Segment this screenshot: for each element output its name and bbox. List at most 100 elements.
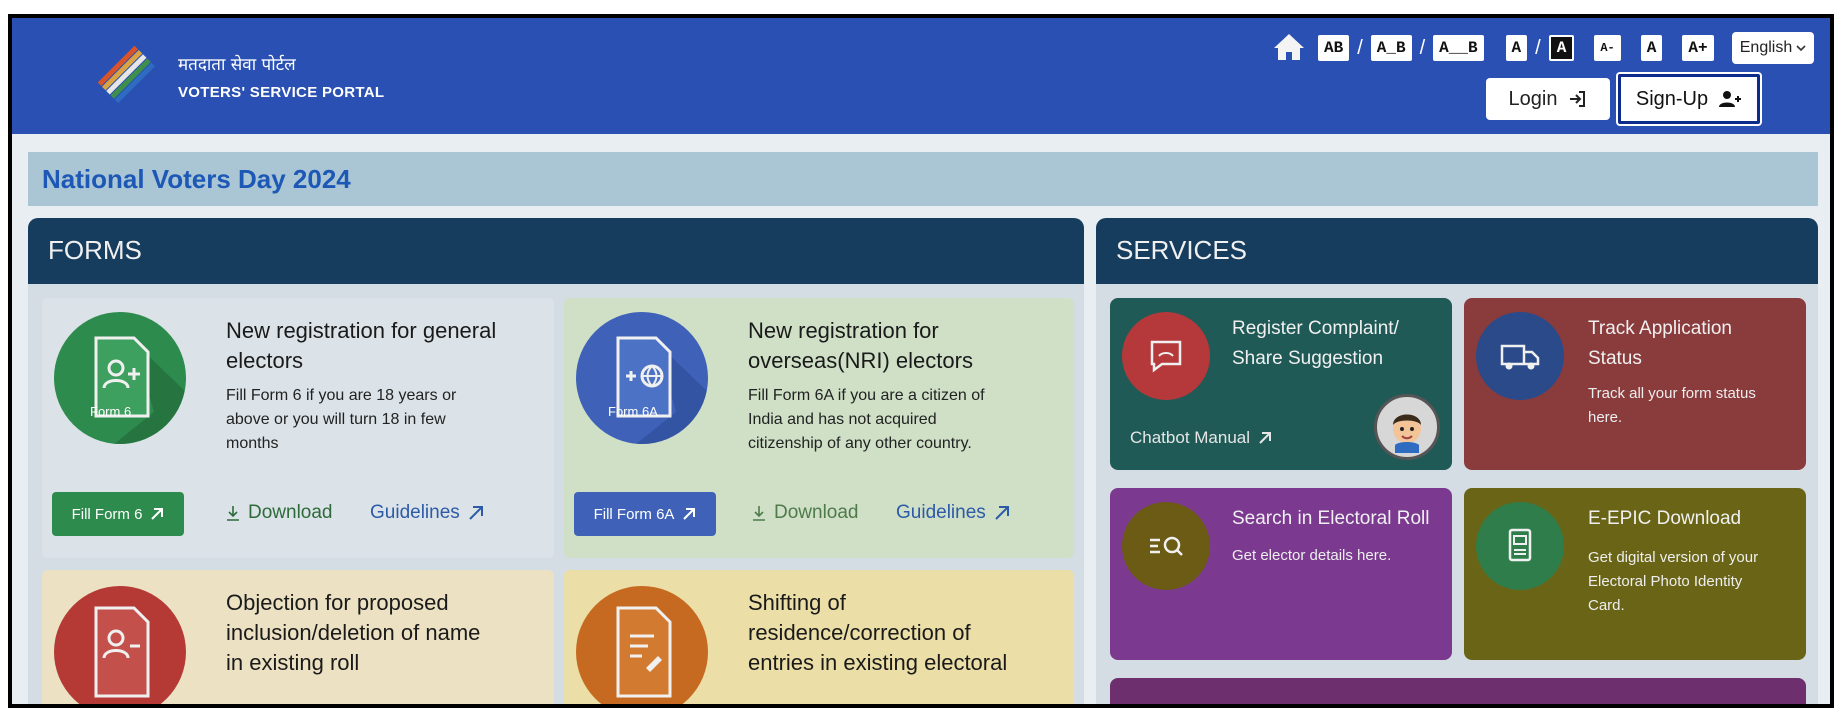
- download-label: Download: [774, 502, 859, 523]
- form6-badge: Form 6: [54, 312, 186, 444]
- shifting-card: Shifting of residence/correction of entr…: [564, 570, 1074, 704]
- title-line: New registration for general: [226, 318, 497, 343]
- fill-form6a-label: Fill Form 6A: [593, 505, 675, 523]
- track-title: Track Application Status: [1588, 314, 1732, 374]
- font-increase-button[interactable]: A+: [1682, 35, 1714, 61]
- font-normal-button[interactable]: A: [1640, 35, 1663, 61]
- next-service-card[interactable]: [1110, 678, 1806, 704]
- title-line: Share Suggestion: [1232, 348, 1384, 369]
- chatbot-manual-label: Chatbot Manual: [1130, 428, 1251, 447]
- shifting-badge: [576, 586, 708, 704]
- spacing-a-b-button[interactable]: A_B: [1370, 35, 1412, 61]
- desc-line: Card.: [1588, 597, 1625, 614]
- complaint-title: Register Complaint/ Share Suggestion: [1232, 314, 1399, 374]
- signup-button[interactable]: Sign-Up: [1618, 74, 1760, 124]
- signup-label: Sign-Up: [1635, 87, 1709, 110]
- title-line: New registration for: [748, 318, 939, 343]
- download-label: Download: [248, 502, 333, 523]
- form6-label: Form 6: [90, 404, 132, 419]
- track-application-card[interactable]: Track Application Status Track all your …: [1464, 298, 1806, 470]
- form6-title: New registration for general electors: [226, 316, 496, 376]
- e-epic-download-card[interactable]: E-EPIC Download Get digital version of y…: [1464, 488, 1806, 660]
- browser-viewport: मतदाता सेवा पोर्टल VOTERS' SERVICE PORTA…: [8, 14, 1834, 708]
- forms-section-header: FORMS: [28, 218, 1084, 284]
- form6a-guidelines-link[interactable]: Guidelines: [896, 502, 1010, 524]
- add-user-icon: [1719, 91, 1742, 107]
- form6-card: Form 6 New registration for general elec…: [42, 298, 554, 558]
- login-label: Login: [1508, 87, 1558, 110]
- chatbot-manual-link[interactable]: Chatbot Manual: [1130, 428, 1272, 448]
- desc-line: above or you will turn 18 in few: [226, 411, 446, 428]
- announcement-banner[interactable]: National Voters Day 2024: [28, 152, 1818, 206]
- form6a-download-link[interactable]: Download: [752, 502, 859, 524]
- voter-mitra-chatbot-icon[interactable]: [1374, 394, 1440, 460]
- desc-line: months: [226, 435, 279, 452]
- separator: /: [1419, 36, 1426, 59]
- search-electoral-roll-card[interactable]: Search in Electoral Roll Get elector det…: [1110, 488, 1452, 660]
- desc-line: Track all your form status: [1588, 385, 1756, 402]
- search-description: Get elector details here.: [1232, 544, 1391, 568]
- chevron-down-icon: [1796, 45, 1806, 52]
- objection-badge: [54, 586, 186, 704]
- form6-guidelines-link[interactable]: Guidelines: [370, 502, 484, 524]
- desc-line: citizenship of any other country.: [748, 435, 972, 452]
- form6a-title: New registration for overseas(NRI) elect…: [748, 316, 973, 376]
- arrow-up-right-icon: [1259, 432, 1272, 444]
- chatbot-avatar-icon: [1393, 414, 1421, 453]
- download-icon: [753, 506, 765, 521]
- shifting-title: Shifting of residence/correction of entr…: [748, 588, 1007, 678]
- fill-form6a-button[interactable]: Fill Form 6A: [574, 492, 716, 536]
- title-line: Track Application: [1588, 318, 1732, 339]
- fill-form6-label: Fill Form 6: [71, 505, 143, 523]
- title-line: residence/correction of: [748, 620, 971, 645]
- register-complaint-card[interactable]: Register Complaint/ Share Suggestion Cha…: [1110, 298, 1452, 470]
- title-line: Register Complaint/: [1232, 318, 1399, 339]
- brand-hindi: मतदाता सेवा पोर्टल: [178, 55, 296, 75]
- form6a-description: Fill Form 6A if you are a citizen of Ind…: [748, 384, 985, 456]
- form6-download-link[interactable]: Download: [226, 502, 333, 524]
- home-icon[interactable]: [1272, 32, 1306, 62]
- forms-heading: FORMS: [48, 235, 142, 265]
- form6a-label: Form 6A: [608, 404, 658, 419]
- spacing-ab-button[interactable]: AB: [1318, 35, 1350, 61]
- dark-contrast-button[interactable]: A: [1548, 35, 1575, 61]
- form6-description: Fill Form 6 if you are 18 years or above…: [226, 384, 456, 456]
- language-select[interactable]: English: [1732, 32, 1814, 64]
- complaint-badge: [1122, 312, 1210, 400]
- desc-line: Get digital version of your: [1588, 549, 1759, 566]
- edit-document-icon: [616, 606, 672, 698]
- title-line: in existing roll: [226, 650, 360, 675]
- user-add-document-icon: [94, 336, 186, 444]
- light-contrast-button[interactable]: A: [1505, 35, 1528, 61]
- arrow-up-right-icon: [683, 508, 696, 520]
- objection-card: Objection for proposed inclusion/deletio…: [42, 570, 554, 704]
- search-badge: [1122, 502, 1210, 590]
- desc-line: Electoral Photo Identity: [1588, 573, 1743, 590]
- desc-line: Fill Form 6 if you are 18 years or: [226, 387, 457, 404]
- fill-form6-button[interactable]: Fill Form 6: [52, 492, 184, 536]
- epic-badge: [1476, 502, 1564, 590]
- arrow-up-right-icon: [469, 506, 483, 520]
- download-icon: [227, 506, 239, 521]
- truck-icon: [1500, 344, 1540, 370]
- epic-description: Get digital version of your Electoral Ph…: [1588, 546, 1758, 618]
- voter-logo-icon[interactable]: [96, 44, 156, 104]
- form6a-badge: Form 6A: [576, 312, 708, 444]
- login-button[interactable]: Login: [1486, 78, 1610, 120]
- form6a-card: Form 6A New registration for overseas(NR…: [564, 298, 1074, 558]
- title-line: Status: [1588, 348, 1642, 369]
- desc-line: India and has not acquired: [748, 411, 937, 428]
- globe-document-icon: [616, 336, 708, 444]
- accessibility-toolbar: AB / A_B / A__B A / A A- A A+: [1318, 34, 1714, 62]
- desc-line: Get elector details here.: [1232, 547, 1392, 564]
- title-line: Shifting of: [748, 590, 846, 615]
- guidelines-label: Guidelines: [896, 502, 986, 523]
- site-header: मतदाता सेवा पोर्टल VOTERS' SERVICE PORTA…: [12, 18, 1830, 134]
- font-decrease-button[interactable]: A-: [1594, 35, 1621, 61]
- id-card-icon: [1508, 528, 1532, 562]
- brand-english: VOTERS' SERVICE PORTAL: [178, 84, 385, 101]
- login-icon: [1570, 91, 1586, 107]
- title-line: electors: [226, 348, 304, 373]
- spacing-a--b-button[interactable]: A__B: [1433, 35, 1484, 61]
- separator: /: [1357, 36, 1363, 59]
